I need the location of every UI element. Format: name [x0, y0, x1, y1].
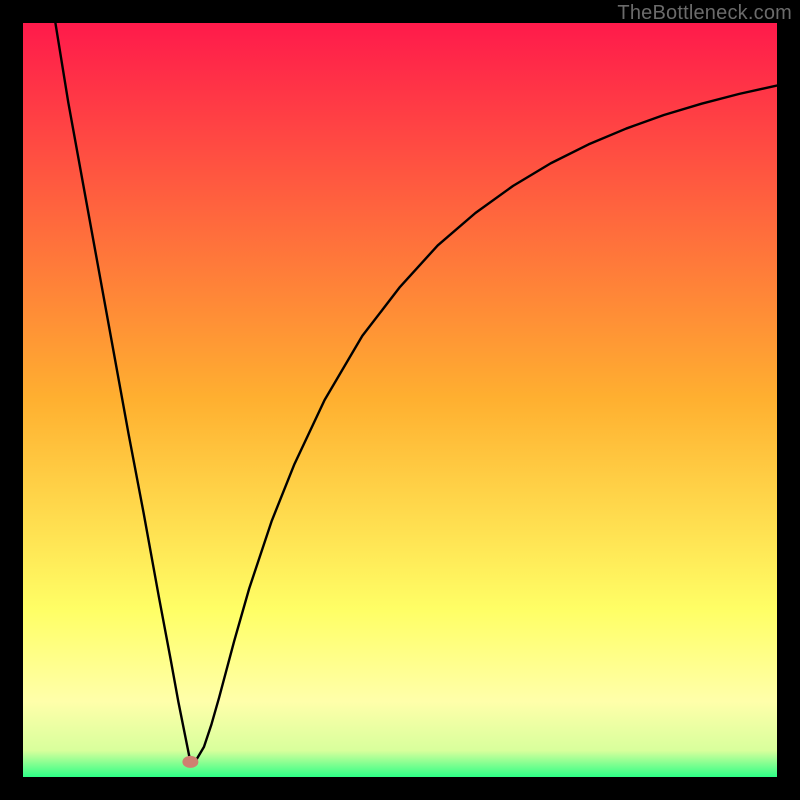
marker-dot [182, 756, 198, 768]
chart-frame [23, 23, 777, 777]
chart-background [23, 23, 777, 777]
chart-canvas [23, 23, 777, 777]
watermark-text: TheBottleneck.com [617, 2, 792, 25]
